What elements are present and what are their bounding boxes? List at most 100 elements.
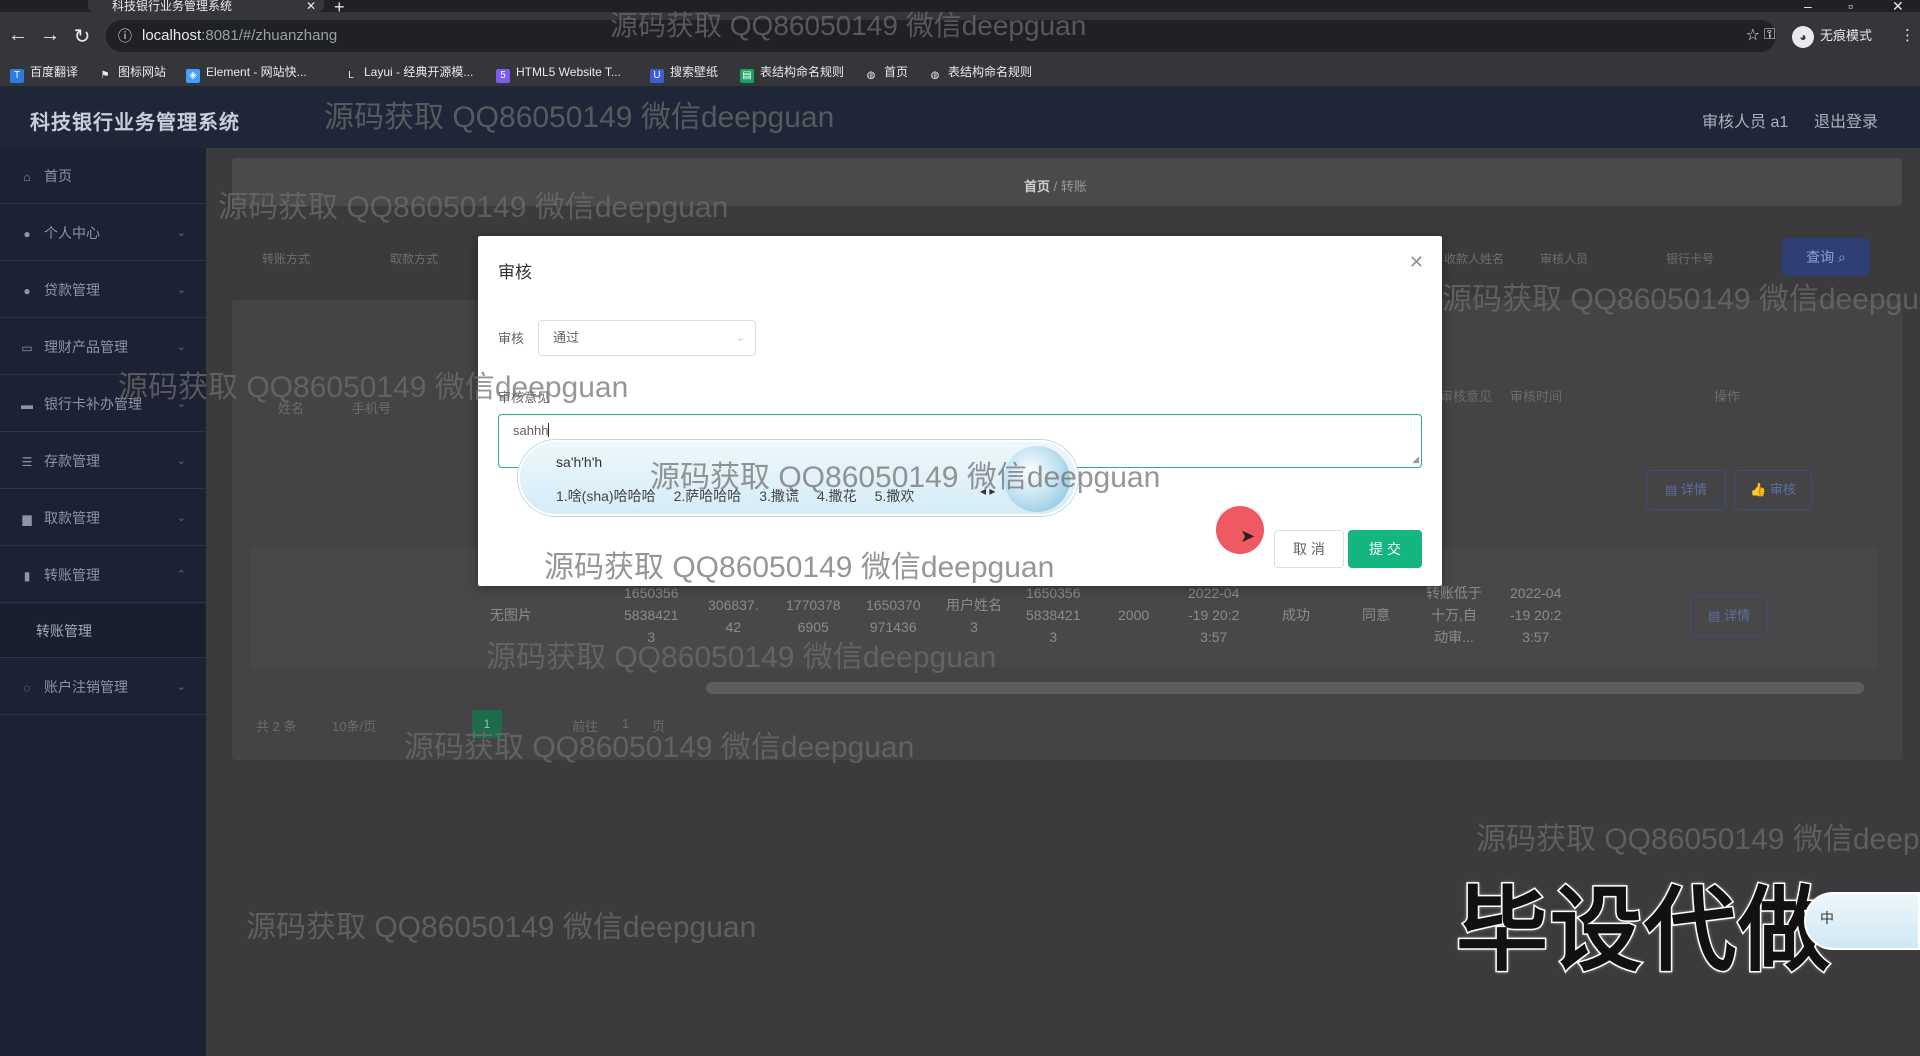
bookmark-item[interactable]: ▤ 表结构命名规则: [740, 62, 844, 83]
cell-status: 成功: [1282, 607, 1310, 623]
bookmark-item[interactable]: ◍ 表结构命名规则: [928, 62, 1032, 83]
column-header-actions: 操作: [1714, 389, 1741, 404]
close-tab-icon[interactable]: ✕: [306, 0, 316, 12]
sidebar-item-label: 转账管理: [44, 567, 100, 583]
ime-page-arrows-icon[interactable]: ◂ ▸: [980, 484, 995, 498]
ime-status-bar[interactable]: 中: [1804, 892, 1920, 950]
dialog-title: 审核: [498, 263, 532, 282]
globe-icon: ◍: [866, 70, 876, 81]
logout-link[interactable]: 退出登录: [1814, 108, 1878, 132]
bookmark-item[interactable]: L Layui - 经典开源模...: [344, 62, 473, 83]
bookmark-item[interactable]: ◈ Element - 网站快...: [186, 62, 307, 83]
sidebar-item-wealth[interactable]: ▭ 理财产品管理 ⌄: [0, 319, 206, 375]
browser-tab[interactable]: 科技银行业务管理系统 ✕: [88, 0, 324, 12]
key-icon[interactable]: ⚿: [1764, 26, 1775, 43]
cell-amount: 2000: [1118, 607, 1150, 623]
ime-candidate[interactable]: 5.撒欢: [875, 488, 915, 504]
forward-icon[interactable]: →: [38, 24, 62, 47]
cancel-button[interactable]: 取 消: [1274, 530, 1344, 568]
thumb-icon: 👍: [1750, 482, 1767, 497]
pager-goto-label: 前往: [572, 719, 599, 734]
audit-button[interactable]: 👍 审核: [1734, 470, 1812, 510]
address-bar: ← → ↻ ⓘ localhost:8081/#/zhuanzhang ☆ ⚿ …: [0, 12, 1920, 64]
sidebar-item-label: 账户注销管理: [44, 679, 128, 695]
search-field-transfer-method[interactable]: 转账方式: [262, 250, 310, 267]
reload-icon[interactable]: ↻: [70, 24, 94, 49]
ime-candidate[interactable]: 3.撒谎: [759, 488, 799, 504]
incognito-badge[interactable]: ◕ 无痕模式: [1792, 24, 1872, 48]
cell-image: 无图片: [490, 607, 532, 623]
bookmark-label: 百度翻译: [30, 65, 79, 79]
bank-icon: ▆: [22, 512, 32, 526]
incognito-label: 无痕模式: [1820, 28, 1873, 43]
bookmark-item[interactable]: 5 HTML5 Website T...: [496, 62, 621, 83]
sidebar-item-transfer[interactable]: ▮ 转账管理 ⌃: [0, 547, 206, 603]
submit-button[interactable]: 提 交: [1348, 530, 1422, 568]
breadcrumb-current: 转账: [1060, 179, 1087, 194]
bookmark-item[interactable]: ⚑ 图标网站: [98, 62, 167, 83]
bookmark-item[interactable]: T 百度翻译: [10, 62, 78, 83]
cell-card: 1650356 5838421 3: [1026, 585, 1081, 645]
sidebar-item-label: 个人中心: [44, 225, 100, 241]
sheet-icon: ▤: [740, 69, 754, 83]
sidebar-subitem-transfer[interactable]: 转账管理: [0, 604, 206, 658]
search-field-card-no[interactable]: 银行卡号: [1666, 250, 1714, 267]
sidebar-item-card-reissue[interactable]: ▬ 银行卡补办管理 ⌄: [0, 376, 206, 432]
wallpaper-icon: U: [650, 69, 664, 83]
bookmark-label: 表结构命名规则: [948, 65, 1033, 79]
browser-tabbar: 科技银行业务管理系统 ✕ + – ▫ ✕: [0, 0, 1920, 17]
sidebar-item-label: 存款管理: [44, 453, 100, 469]
ime-candidate-popup: sa'h'h'h 1.啥(sha)哈哈哈 2.萨哈哈哈 3.撒谎 4.撒花 5.撒欢 ◂…: [518, 440, 1078, 516]
element-icon: ◈: [186, 69, 200, 83]
horizontal-scrollbar[interactable]: [706, 682, 1864, 694]
chevron-down-icon: ⌄: [176, 512, 186, 524]
chevron-down-icon: ⌄: [176, 227, 186, 239]
translate-icon: T: [10, 69, 24, 83]
pager-size-select[interactable]: 10条/页: [332, 716, 376, 735]
chevron-down-icon: ⌄: [176, 681, 186, 693]
search-field-reviewer[interactable]: 审核人员: [1540, 250, 1588, 267]
breadcrumb: 首页 / 转账: [1024, 179, 1087, 194]
bookmark-label: Element - 网站快...: [206, 65, 307, 79]
close-icon[interactable]: ✕: [1409, 252, 1424, 273]
search-field-payee[interactable]: 收款人姓名: [1444, 250, 1504, 267]
sidebar-item-home[interactable]: ⌂ 首页: [0, 148, 206, 204]
ime-candidate[interactable]: 1.啥(sha)哈哈哈: [556, 488, 656, 504]
sidebar-item-account-cancel[interactable]: ◌ 账户注销管理 ⌄: [0, 659, 206, 715]
detail-button[interactable]: ▤ 详情: [1646, 470, 1726, 510]
url-input[interactable]: ⓘ localhost:8081/#/zhuanzhang ☆: [106, 20, 1776, 52]
bookmark-item[interactable]: U 搜索壁纸: [650, 62, 718, 83]
loan-icon: ●: [23, 284, 31, 298]
chevron-down-icon: ⌄: [176, 341, 186, 353]
pager-current-page[interactable]: 1: [472, 710, 502, 738]
breadcrumb-home[interactable]: 首页: [1024, 179, 1050, 194]
text-caret: [548, 423, 550, 437]
bookmark-label: HTML5 Website T...: [516, 65, 621, 79]
sidebar-item-label: 首页: [44, 168, 72, 184]
column-header-name: 姓名: [278, 401, 305, 416]
menu-icon[interactable]: ⋮: [1900, 26, 1915, 44]
status-select[interactable]: 通过 ⌄: [538, 320, 756, 356]
doc-icon: ▤: [1665, 482, 1678, 497]
bookmarks-bar: T 百度翻译 ⚑ 图标网站 ◈ Element - 网站快... L Layui - 经…: [0, 58, 1920, 86]
sidebar-item-profile[interactable]: ● 个人中心 ⌄: [0, 205, 206, 261]
cancel-circle-icon: ◌: [23, 681, 31, 695]
info-icon[interactable]: ⓘ: [118, 20, 132, 52]
detail-button[interactable]: ▤ 详情: [1690, 596, 1768, 636]
pager-goto-input[interactable]: 1: [622, 716, 629, 731]
html5-icon: 5: [496, 69, 510, 83]
bookmark-item[interactable]: ◍ 首页: [864, 62, 908, 83]
sidebar-item-deposit[interactable]: ☰ 存款管理 ⌄: [0, 433, 206, 489]
ime-candidate[interactable]: 2.萨哈哈哈: [674, 488, 742, 504]
query-button[interactable]: 查询 ⌕: [1782, 238, 1870, 276]
app-title: 科技银行业务管理系统: [30, 112, 240, 134]
search-field-withdraw-method[interactable]: 取款方式: [390, 250, 438, 267]
bookmark-star-icon[interactable]: ☆: [1746, 20, 1760, 52]
back-icon[interactable]: ←: [6, 24, 30, 47]
list-icon: ☰: [21, 455, 33, 469]
bookmark-label: 图标网站: [118, 65, 167, 79]
resize-handle-icon[interactable]: ◢: [1412, 454, 1419, 465]
sidebar-item-loan[interactable]: ● 贷款管理 ⌄: [0, 262, 206, 318]
ime-candidate[interactable]: 4.撒花: [817, 488, 857, 504]
sidebar-item-withdraw[interactable]: ▆ 取款管理 ⌄: [0, 490, 206, 546]
